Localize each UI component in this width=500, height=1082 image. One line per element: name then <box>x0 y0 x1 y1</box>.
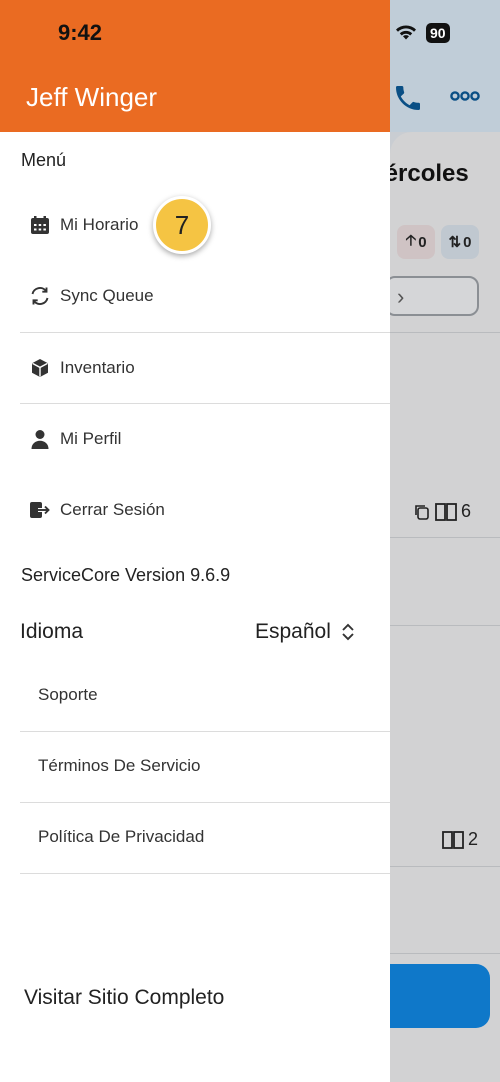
divider <box>390 625 500 626</box>
doors-icon <box>442 830 464 849</box>
phone-icon[interactable] <box>392 82 424 114</box>
visit-full-site-link[interactable]: Visitar Sitio Completo <box>24 986 224 1010</box>
divider <box>390 866 500 867</box>
background-card <box>390 132 500 1082</box>
arrow-up-icon: 🡡 <box>405 231 417 249</box>
sync-chip: ⇅ 0 <box>441 225 479 259</box>
logout-icon <box>20 500 60 520</box>
divider <box>20 731 390 732</box>
box-icon <box>20 358 60 378</box>
divider <box>390 332 500 333</box>
menu-item-label: Mi Horario <box>60 215 139 234</box>
divider <box>390 537 500 538</box>
drawer-header: 9:42 Jeff Winger <box>0 0 390 132</box>
menu-item-label: Inventario <box>60 358 135 377</box>
menu-item-label: Cerrar Sesión <box>60 500 165 519</box>
language-label: Idioma <box>20 620 84 643</box>
menu-item-cerrar-sesion[interactable]: Cerrar Sesión <box>20 480 390 540</box>
link-terminos-de-servicio[interactable]: Términos De Servicio <box>38 756 201 776</box>
side-drawer: 9:42 Jeff Winger Menú Mi Horario 7 Sync … <box>0 0 390 1082</box>
divider <box>20 873 390 874</box>
menu-item-inventario[interactable]: Inventario <box>20 338 390 398</box>
divider <box>20 332 390 333</box>
wifi-icon <box>396 25 416 40</box>
next-day-button[interactable]: › <box>385 276 479 316</box>
upload-count: 0 <box>418 233 427 251</box>
battery-indicator: 90 <box>426 23 450 43</box>
row-count-a: 6 <box>413 501 471 522</box>
upload-chip: 🡡 0 <box>397 225 435 259</box>
background-day-title: iércoles <box>378 160 469 187</box>
divider <box>20 403 390 404</box>
language-value: Español <box>255 620 331 643</box>
sync-icon <box>20 285 60 307</box>
user-name: Jeff Winger <box>26 82 158 112</box>
copy-icon <box>415 504 429 520</box>
divider <box>20 802 390 803</box>
user-icon <box>20 429 60 449</box>
language-select[interactable]: Español <box>255 620 355 644</box>
link-soporte[interactable]: Soporte <box>38 685 98 705</box>
row-count-b: 2 <box>442 829 478 850</box>
doors-icon <box>435 502 457 521</box>
divider <box>390 953 500 954</box>
status-time: 9:42 <box>58 20 103 45</box>
notification-badge: 7 <box>153 196 211 254</box>
chevron-updown-icon <box>342 623 354 641</box>
chevron-right-icon: › <box>397 284 405 309</box>
menu-heading: Menú <box>21 150 67 170</box>
sync-count: 0 <box>463 233 472 251</box>
menu-item-mi-perfil[interactable]: Mi Perfil <box>20 409 390 469</box>
menu-item-sync-queue[interactable]: Sync Queue <box>20 266 390 326</box>
more-icon[interactable] <box>450 89 480 103</box>
calendar-icon <box>20 215 60 235</box>
arrows-updown-icon: ⇅ <box>448 234 462 251</box>
menu-item-label: Sync Queue <box>60 286 154 305</box>
app-version: ServiceCore Version 9.6.9 <box>21 565 231 585</box>
menu-item-label: Mi Perfil <box>60 429 122 448</box>
link-politica-de-privacidad[interactable]: Política De Privacidad <box>38 827 204 847</box>
